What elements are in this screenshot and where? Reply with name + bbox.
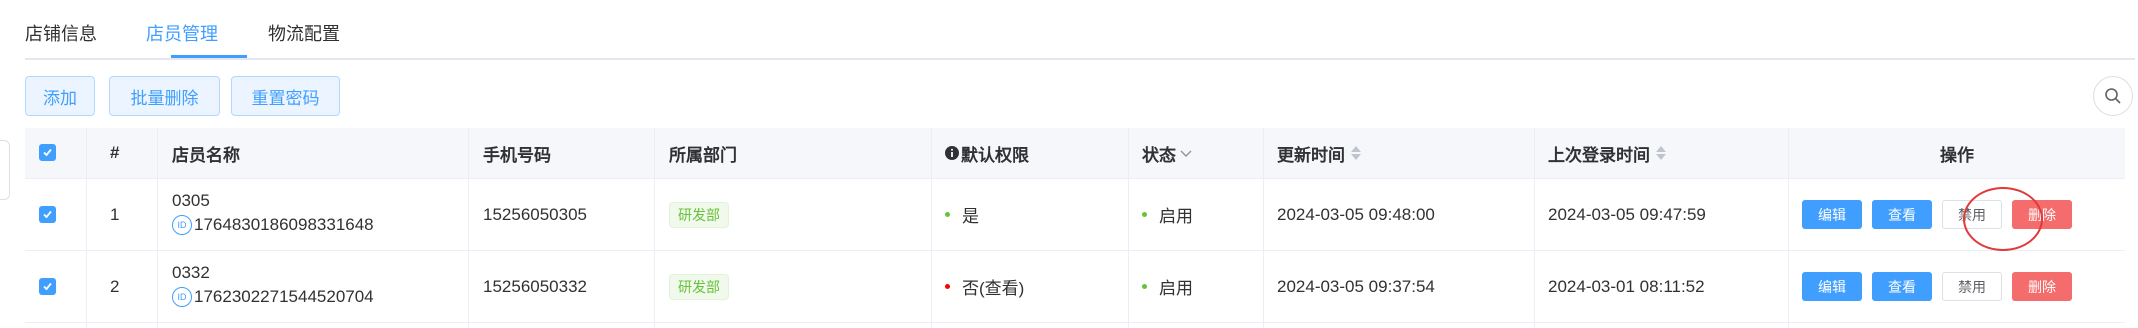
column-divider [1263, 128, 1264, 328]
staff-name: 0332 [172, 263, 210, 282]
column-divider [468, 128, 469, 328]
department-tag: 研发部 [669, 201, 729, 228]
department-tag: 研发部 [669, 273, 729, 300]
chevron-down-icon [1180, 150, 1192, 157]
row-checkbox[interactable] [39, 206, 56, 223]
select-all-checkbox[interactable] [39, 144, 56, 161]
header-default-permission: 默认权限 [945, 128, 1029, 178]
view-button[interactable]: 查看 [1872, 200, 1932, 229]
permission-status-dot [945, 284, 950, 289]
add-button[interactable]: 添加 [25, 76, 95, 116]
department-cell: 研发部 [669, 179, 729, 250]
permission-value: 是 [962, 207, 979, 226]
active-tab-indicator [171, 55, 247, 58]
sort-icon[interactable] [1351, 146, 1361, 160]
id-badge-icon: ID [172, 287, 192, 307]
table-header: # 店员名称 手机号码 所属部门 默认权限 状态 更新时间 上次登录时间 操作 [25, 128, 2125, 179]
staff-id: 1764830186098331648 [194, 215, 374, 234]
header-phone: 手机号码 [483, 145, 551, 165]
header-actions: 操作 [1940, 145, 1974, 165]
permission-value: 否(查看) [962, 279, 1025, 298]
status-value: 启用 [1159, 279, 1193, 298]
row-checkbox[interactable] [39, 278, 56, 295]
side-drawer-handle[interactable] [0, 140, 10, 200]
column-divider [1788, 128, 1789, 328]
status-value: 启用 [1159, 207, 1193, 226]
row-index: 1 [110, 204, 120, 224]
staff-id: 1762302271544520704 [194, 287, 374, 306]
edit-button[interactable]: 编辑 [1802, 200, 1862, 229]
check-icon [43, 210, 52, 219]
row-index: 2 [110, 276, 120, 296]
view-button[interactable]: 查看 [1872, 272, 1932, 301]
header-index: # [110, 143, 120, 162]
header-status-label: 状态 [1142, 145, 1176, 165]
tab-bar: 店铺信息 店员管理 物流配置 [25, 0, 2135, 60]
edit-button[interactable]: 编辑 [1802, 272, 1862, 301]
tab-store-info[interactable]: 店铺信息 [25, 20, 97, 46]
department-cell: 研发部 [669, 251, 729, 322]
staff-name-cell: 0305 ID 1764830186098331648 [172, 189, 374, 237]
header-update-time[interactable]: 更新时间 [1277, 128, 1361, 178]
check-icon [43, 282, 52, 291]
staff-name: 0305 [172, 191, 210, 210]
update-time: 2024-03-05 09:37:54 [1277, 276, 1435, 296]
header-update-time-label: 更新时间 [1277, 145, 1345, 165]
last-login-time: 2024-03-01 08:11:52 [1548, 276, 1705, 296]
header-name: 店员名称 [172, 145, 240, 165]
header-department: 所属部门 [669, 145, 737, 165]
status-cell: 启用 [1142, 251, 1193, 322]
header-last-login[interactable]: 上次登录时间 [1548, 128, 1666, 178]
header-permission-label: 默认权限 [961, 145, 1029, 165]
status-dot [1142, 212, 1147, 217]
update-time: 2024-03-05 09:48:00 [1277, 204, 1435, 224]
status-dot [1142, 284, 1147, 289]
tab-staff-management[interactable]: 店员管理 [146, 20, 218, 46]
search-button[interactable] [2093, 76, 2133, 116]
check-icon [43, 148, 52, 157]
annotation-circle [1963, 187, 2043, 251]
header-status[interactable]: 状态 [1142, 128, 1193, 178]
permission-cell: 否(查看) [945, 251, 1024, 322]
batch-delete-button[interactable]: 批量删除 [109, 76, 220, 116]
id-badge-icon: ID [172, 215, 192, 235]
column-divider [1534, 128, 1535, 328]
header-last-login-label: 上次登录时间 [1548, 145, 1650, 165]
tab-logistics-config[interactable]: 物流配置 [268, 20, 340, 46]
column-divider [1128, 128, 1129, 328]
status-cell: 启用 [1142, 179, 1193, 250]
column-divider [86, 128, 87, 328]
disable-button[interactable]: 禁用 [1942, 272, 2002, 301]
phone-number: 15256050305 [483, 204, 588, 224]
permission-status-dot [945, 212, 950, 217]
phone-number: 15256050332 [483, 276, 588, 296]
last-login-time: 2024-03-05 09:47:59 [1548, 204, 1706, 224]
staff-name-cell: 0332 ID 1762302271544520704 [172, 261, 374, 309]
permission-cell: 是 [945, 179, 979, 250]
column-divider [654, 128, 655, 328]
table-row: 2 0332 ID 1762302271544520704 1525605033… [25, 251, 2125, 323]
search-icon [2105, 88, 2121, 104]
column-divider [157, 128, 158, 328]
sort-icon[interactable] [1656, 146, 1666, 160]
table-row: 1 0305 ID 1764830186098331648 1525605030… [25, 179, 2125, 251]
reset-password-button[interactable]: 重置密码 [231, 76, 340, 116]
delete-button[interactable]: 删除 [2012, 272, 2072, 301]
info-icon[interactable] [945, 146, 959, 160]
column-divider [931, 128, 932, 328]
